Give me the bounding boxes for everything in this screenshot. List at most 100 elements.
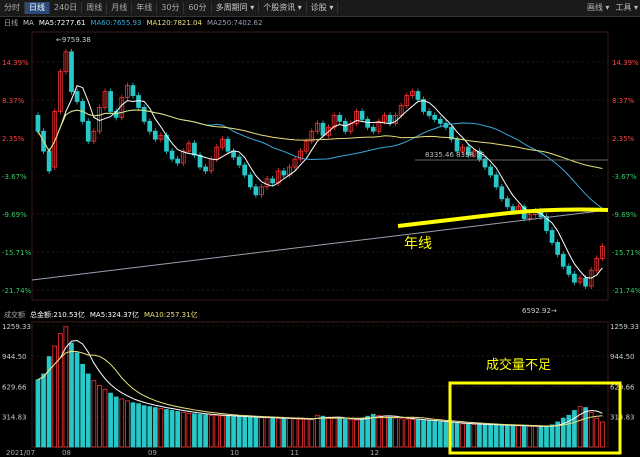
volume-axis-label-right: 944.50	[610, 353, 635, 361]
volume-bar	[376, 414, 382, 448]
volume-bar	[225, 415, 231, 448]
price-frame	[31, 31, 609, 301]
volume-bar	[398, 418, 404, 448]
volume-bar	[342, 418, 348, 448]
volume-bar	[549, 424, 555, 448]
volume-bar	[387, 416, 393, 448]
volume-bar	[572, 410, 577, 448]
volume-bar	[74, 352, 80, 448]
candle	[236, 156, 242, 166]
candle	[365, 118, 371, 128]
volume-bar	[600, 421, 605, 448]
volume-bar	[203, 414, 208, 448]
volume-bar	[499, 424, 505, 448]
volume-bar	[510, 425, 516, 448]
ma250-line	[31, 209, 609, 281]
volume-bar	[141, 405, 147, 448]
volume-bar	[136, 403, 141, 448]
candle	[192, 142, 197, 156]
volume-bar	[326, 416, 331, 448]
volume-bar	[426, 420, 432, 448]
year-line-label: 年线	[404, 236, 432, 252]
volume-bar	[180, 411, 186, 448]
volume-axis-label-right: 1259.33	[610, 323, 639, 331]
volume-bar	[208, 414, 214, 448]
volume-bar	[80, 363, 86, 448]
volume-bar	[164, 409, 169, 448]
price-axis-label-left: -9.69%	[2, 211, 27, 219]
candle	[46, 150, 52, 172]
volume-bar	[214, 414, 220, 448]
volume-bar	[236, 416, 242, 448]
volume-bar	[566, 414, 572, 448]
candle	[555, 242, 561, 255]
x-axis-label: 09	[148, 449, 157, 457]
candle	[437, 118, 443, 124]
volume-bar	[52, 345, 58, 448]
volume-bar	[583, 407, 588, 448]
candle	[493, 174, 499, 188]
price-axis-label-left: 2.35%	[2, 135, 25, 143]
price-axis-label-right: -15.71%	[612, 249, 640, 257]
volume-bar	[404, 418, 410, 448]
volume-axis-label-right: 629.66	[610, 383, 635, 391]
volume-bar	[320, 415, 326, 448]
volume-bar	[365, 415, 371, 448]
volume-bar	[348, 419, 354, 448]
volume-bar	[35, 379, 41, 448]
volume-bar	[108, 392, 113, 448]
volume-bar	[264, 417, 270, 448]
x-axis-label: 11	[290, 449, 299, 457]
volume-bar	[303, 418, 309, 448]
candle	[69, 51, 74, 92]
volume-bar	[544, 426, 549, 448]
candle	[320, 122, 326, 136]
price-axis-label-left: 8.37%	[2, 97, 25, 105]
volume-bar	[309, 419, 315, 448]
price-axis-label-left: -21.74%	[2, 287, 32, 295]
volume-bar	[259, 417, 264, 448]
price-axis-label-left: 14.39%	[2, 59, 29, 67]
volume-bar	[521, 425, 527, 448]
volume-bar	[192, 413, 197, 448]
volume-bar	[410, 419, 415, 448]
volume-bar	[242, 416, 248, 448]
candle	[337, 114, 343, 122]
candle	[35, 114, 41, 132]
candle	[499, 186, 505, 200]
ma60-line	[37, 109, 603, 209]
volume-axis-label-right: 314.83	[610, 414, 635, 422]
volume-bar	[560, 417, 566, 448]
volume-bar	[460, 423, 466, 448]
volume-bar	[315, 414, 320, 448]
candle	[130, 85, 136, 96]
price-axis-label-right: 8.37%	[612, 97, 635, 105]
volume-bar	[370, 413, 376, 448]
candle	[169, 150, 175, 160]
candle	[136, 95, 141, 108]
candle	[203, 166, 208, 172]
volume-bar	[270, 417, 276, 448]
candle	[488, 166, 493, 176]
candle	[359, 111, 365, 120]
volume-bar	[158, 408, 164, 448]
volume-bar	[493, 424, 499, 448]
volume-bar	[393, 417, 398, 448]
volume-bar	[281, 418, 287, 448]
volume-bar	[331, 417, 337, 448]
candle	[253, 186, 259, 196]
volume-bar	[359, 417, 365, 448]
volume-bar	[454, 423, 460, 448]
price-axis-label-right: -3.67%	[612, 173, 637, 181]
price-axis-label-right: -21.74%	[612, 287, 640, 295]
volume-bar	[147, 406, 153, 448]
price-axis-label-right: 14.39%	[612, 59, 639, 67]
volume-axis-label-left: 629.66	[2, 383, 27, 391]
price-axis-label-left: -15.71%	[2, 249, 32, 257]
volume-bar	[354, 419, 359, 448]
candle	[270, 178, 276, 184]
volume-bar	[102, 388, 108, 448]
volume-bar	[488, 424, 493, 448]
volume-bar	[287, 418, 292, 448]
candle	[281, 170, 287, 176]
